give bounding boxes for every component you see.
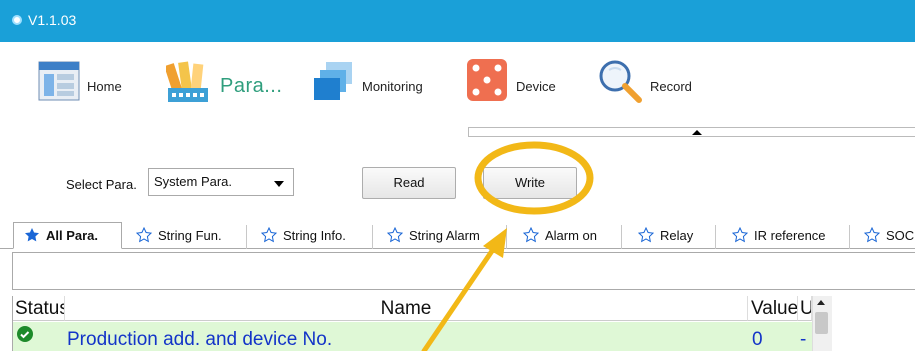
highlight-arrow-shaft: [421, 245, 497, 351]
tab-label: All Para.: [46, 228, 99, 243]
annotation-overlay: [421, 141, 594, 351]
tab-all-para[interactable]: All Para.: [13, 222, 122, 249]
highlight-ellipse: [474, 141, 594, 215]
highlight-arrowhead-icon: [483, 228, 507, 258]
star-filled-icon: [25, 228, 39, 242]
